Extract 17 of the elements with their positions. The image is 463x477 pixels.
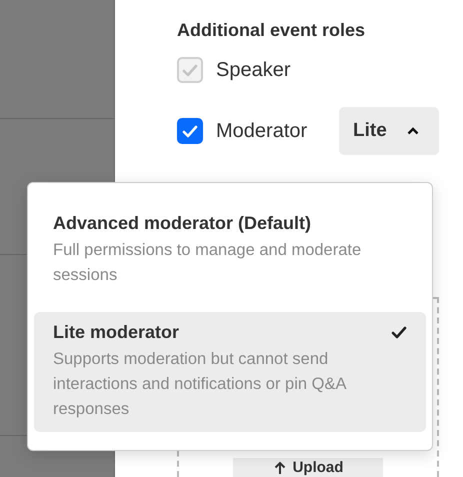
level-dropdown[interactable]: Lite: [339, 107, 439, 155]
checkmark-icon: [391, 326, 407, 339]
role-label: Speaker: [216, 58, 290, 82]
option-title: Lite moderator: [53, 322, 180, 343]
checkmark-icon: [182, 64, 198, 76]
option-description: Supports moderation but cannot send interactions and notifications or pin Q&A responses: [53, 349, 348, 420]
menu-option[interactable]: Advanced moderator (Default) Full permissions to manage and moderate sessions: [34, 205, 426, 298]
menu-option[interactable]: Lite moderator Supports moderation but cannot send interactions and notifications or pin Q&A responses: [34, 312, 426, 432]
checkbox[interactable]: [177, 118, 203, 144]
option-title: Advanced moderator (Default): [53, 213, 312, 234]
role-label: Moderator: [216, 120, 308, 142]
section-title: Additional event roles: [177, 20, 366, 41]
caret-icon: [406, 127, 419, 135]
upload-icon: [272, 460, 287, 474]
upload-button[interactable]: Upload: [233, 458, 383, 477]
checkmark-icon: [182, 124, 198, 138]
option-description: Full permissions to manage and moderate sessions: [53, 240, 362, 286]
